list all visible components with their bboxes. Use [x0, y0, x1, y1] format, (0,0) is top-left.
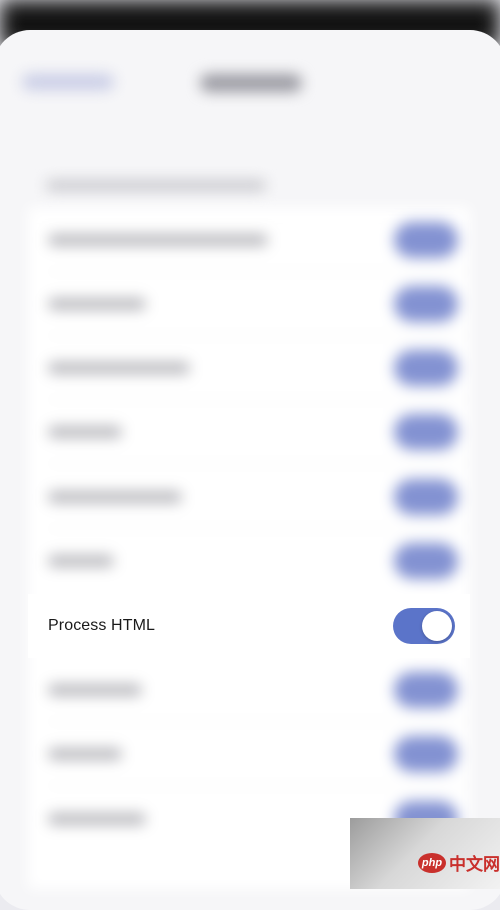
settings-row[interactable] — [28, 658, 470, 722]
setting-label — [48, 684, 142, 696]
row-divider — [48, 785, 470, 786]
setting-toggle[interactable] — [394, 479, 458, 515]
section-header — [46, 180, 266, 191]
settings-row[interactable] — [28, 208, 470, 272]
settings-row[interactable] — [28, 400, 470, 464]
toggle-knob — [422, 611, 452, 641]
settings-row[interactable] — [28, 336, 470, 400]
setting-label — [48, 813, 146, 825]
setting-label — [48, 234, 268, 246]
back-button[interactable] — [22, 74, 114, 90]
setting-toggle[interactable] — [394, 672, 458, 708]
setting-label — [48, 362, 190, 374]
php-logo-icon: php — [418, 852, 446, 873]
settings-row[interactable] — [28, 272, 470, 336]
settings-row[interactable] — [28, 722, 470, 786]
watermark: php 中文网 — [350, 818, 500, 889]
setting-label — [48, 298, 146, 310]
settings-row[interactable] — [28, 529, 470, 593]
process-html-row[interactable]: Process HTML — [28, 594, 470, 658]
setting-label — [48, 748, 122, 760]
setting-toggle[interactable] — [394, 286, 458, 322]
setting-toggle[interactable] — [394, 736, 458, 772]
row-divider — [48, 463, 470, 464]
settings-row[interactable] — [28, 465, 470, 529]
setting-label — [48, 555, 114, 567]
setting-label — [48, 426, 122, 438]
setting-toggle[interactable] — [394, 414, 458, 450]
watermark-text: 中文网 — [449, 855, 500, 875]
setting-toggle[interactable] — [394, 543, 458, 579]
blurred-background-content — [0, 0, 500, 889]
setting-toggle[interactable] — [394, 222, 458, 258]
setting-label — [48, 491, 182, 503]
process-html-label: Process HTML — [48, 617, 155, 634]
page-title — [200, 74, 302, 92]
setting-toggle[interactable] — [394, 350, 458, 386]
process-html-toggle[interactable] — [393, 608, 455, 644]
